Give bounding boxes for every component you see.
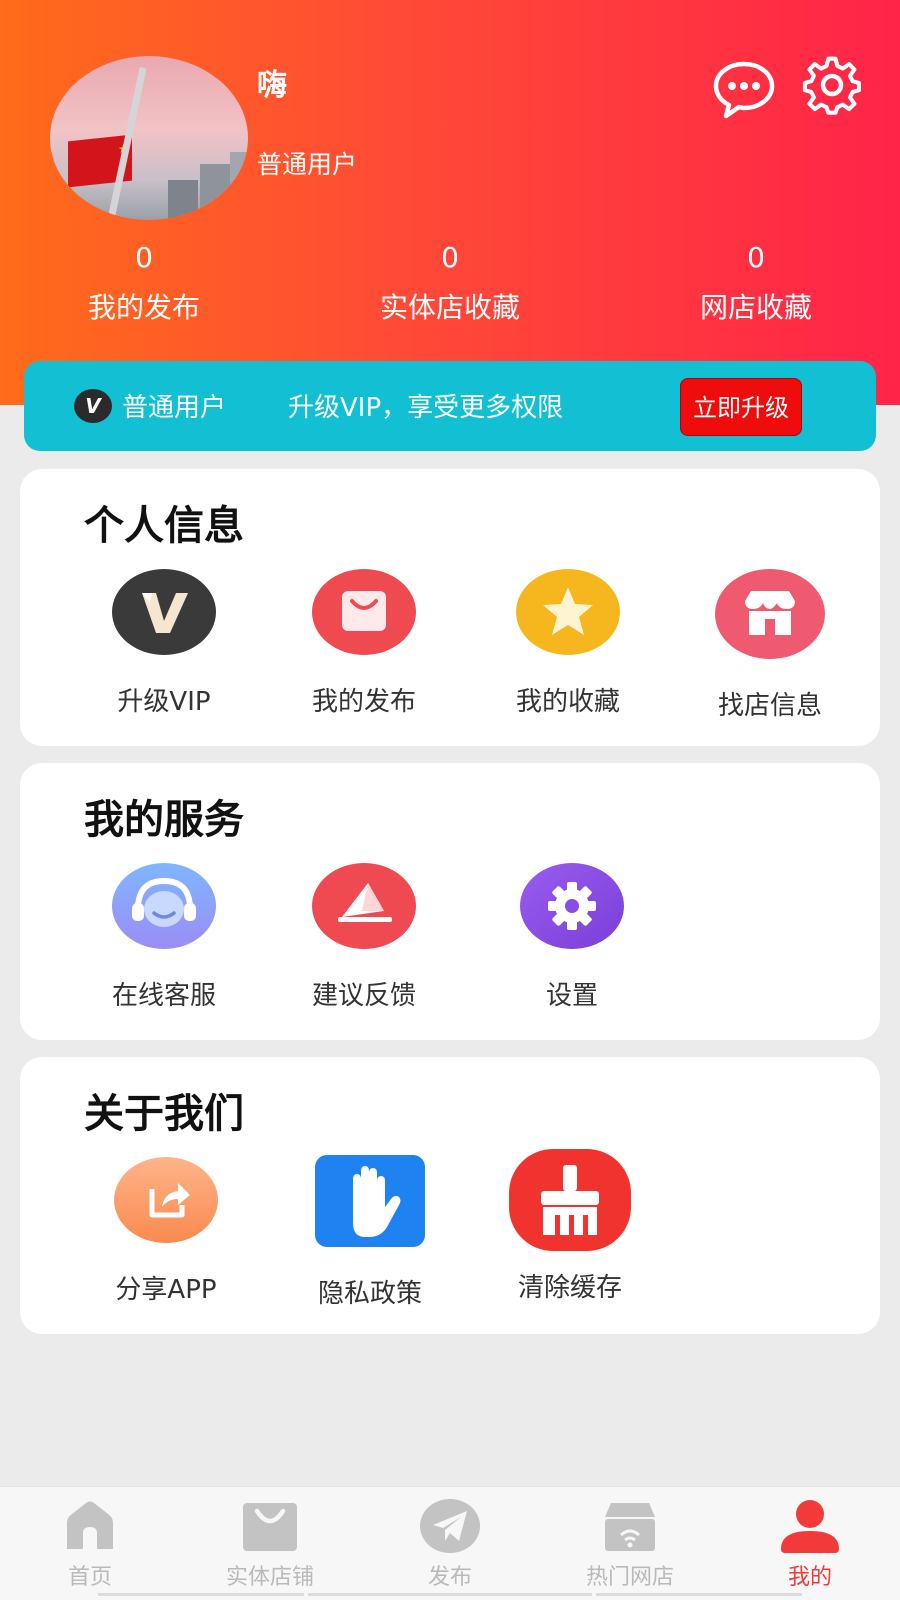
avatar[interactable]: ★ [50,56,248,220]
item-label: 分享APP [115,1275,217,1305]
stat-online-store-favorites[interactable]: 0 网店收藏 [646,238,866,326]
stat-value: 0 [747,241,765,274]
broom-icon [509,1149,631,1251]
headset-icon [112,863,216,949]
profile-header: ★ 嗨 普通用户 0 我的发布 0 实体店收藏 0 网店收藏 [0,0,900,405]
stat-value: 0 [441,241,459,274]
vip-level-text: 普通用户 [122,393,227,423]
item-upgrade-vip[interactable]: 升级VIP [74,569,254,718]
vip-icon [112,569,216,655]
section-title: 个人信息 [84,503,244,549]
vip-banner: V 普通用户 升级VIP，享受更多权限 立即升级 [24,361,876,451]
stat-label: 我的发布 [87,291,200,324]
nav-label: 首页 [67,1565,112,1590]
item-share-app[interactable]: 分享APP [76,1157,256,1306]
item-online-support[interactable]: 在线客服 [74,863,254,1012]
item-my-favorites[interactable]: 我的收藏 [478,569,658,718]
shopping-bag-icon [312,569,416,655]
nav-label: 热门网店 [585,1565,674,1590]
section-title: 关于我们 [84,1091,244,1137]
hand-icon [315,1155,425,1247]
nav-mine[interactable]: 我的 [740,1497,880,1591]
user-name: 嗨 [257,68,287,103]
vip-badge-icon: V [74,389,112,423]
item-label: 在线客服 [111,981,216,1011]
stat-my-posts[interactable]: 0 我的发布 [34,238,254,326]
feedback-icon [312,863,416,949]
item-feedback[interactable]: 建议反馈 [274,863,454,1012]
stat-store-favorites[interactable]: 0 实体店收藏 [340,238,560,326]
paper-plane-icon [420,1499,480,1553]
nav-label: 我的 [787,1565,832,1590]
message-icon[interactable] [712,56,776,120]
services-card: 我的服务 在线客服 建议反馈 设置 [20,763,880,1040]
user-icon [781,1500,839,1553]
item-label: 升级VIP [117,687,211,717]
item-label: 建议反馈 [311,981,416,1011]
personal-info-card: 个人信息 升级VIP 我的发布 我的收藏 找店信息 [20,469,880,746]
online-store-icon [605,1503,655,1551]
storefront-icon [715,569,825,659]
nav-label: 发布 [427,1565,472,1590]
section-title: 我的服务 [84,797,244,843]
item-my-posts[interactable]: 我的发布 [274,569,454,718]
item-label: 我的发布 [311,687,416,717]
upgrade-now-button[interactable]: 立即升级 [680,378,802,436]
nav-home[interactable]: 首页 [20,1497,160,1591]
divider [98,1593,304,1596]
divider [308,1593,592,1596]
item-label: 我的收藏 [515,687,620,717]
user-level: 普通用户 [257,150,358,179]
shopping-bag-icon [243,1503,297,1551]
stat-value: 0 [135,241,153,274]
item-label: 找店信息 [717,691,822,721]
item-find-store-info[interactable]: 找店信息 [680,569,860,722]
item-label: 隐私政策 [317,1279,422,1309]
about-card: 关于我们 分享APP 隐私政策 清除缓存 [20,1057,880,1334]
stat-label: 实体店收藏 [379,291,520,324]
item-clear-cache[interactable]: 清除缓存 [480,1149,660,1304]
share-icon [114,1157,218,1243]
nav-physical-stores[interactable]: 实体店铺 [200,1497,340,1591]
star-icon [516,569,620,655]
settings-gear-icon[interactable] [800,56,864,120]
item-privacy-policy[interactable]: 隐私政策 [280,1155,460,1310]
item-settings[interactable]: 设置 [482,863,662,1012]
divider [596,1593,802,1596]
nav-popular-online-stores[interactable]: 热门网店 [560,1497,700,1591]
item-label: 清除缓存 [517,1273,622,1303]
stat-label: 网店收藏 [699,291,812,324]
bottom-navigation: 首页 实体店铺 发布 热门网店 我的 [0,1486,900,1600]
vip-description: 升级VIP，享受更多权限 [288,393,564,423]
home-icon [67,1501,113,1549]
nav-label: 实体店铺 [225,1565,314,1590]
item-label: 设置 [545,981,598,1011]
nav-publish[interactable]: 发布 [380,1497,520,1591]
gear-icon [520,863,624,949]
